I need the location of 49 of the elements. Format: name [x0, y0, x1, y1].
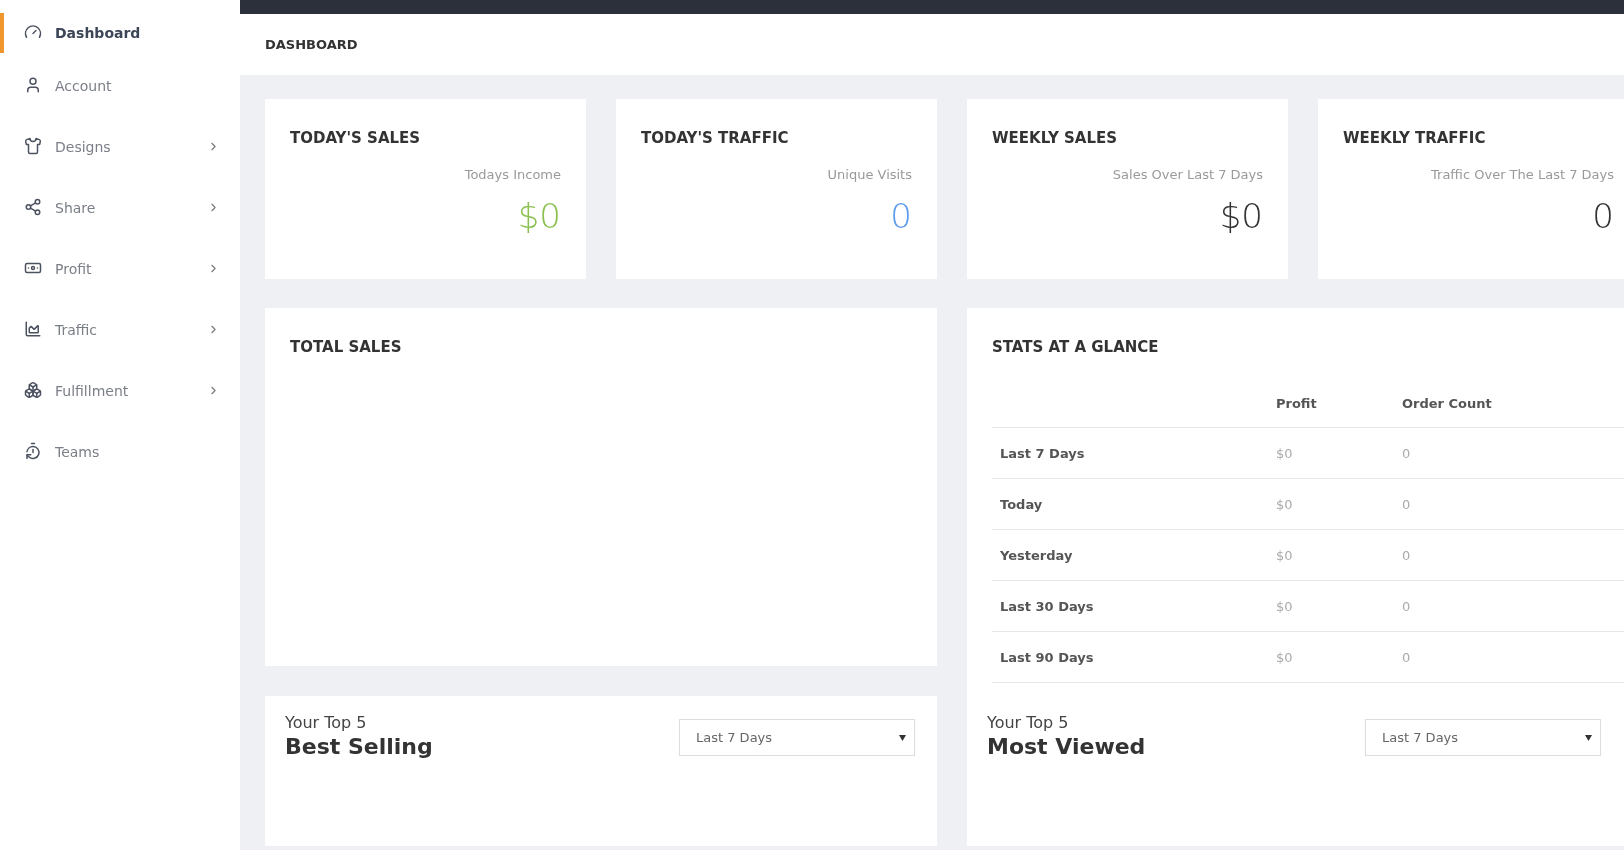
- table-cell: 0: [1394, 631, 1624, 683]
- panel-overline: Your Top 5: [285, 713, 368, 732]
- caret-icon: [899, 734, 906, 741]
- table-cell: $0: [1268, 427, 1394, 479]
- table-cell: Today: [992, 478, 1268, 530]
- panel-title: Most Viewed: [987, 734, 1146, 759]
- card-title: TOTAL SALES: [290, 338, 403, 356]
- table-cell: 0: [1394, 478, 1624, 530]
- table-cell: $0: [1268, 631, 1394, 683]
- caret-icon: [1585, 734, 1592, 741]
- period-dropdown[interactable]: Last 7 Days: [1365, 719, 1601, 756]
- shirt-icon: [24, 136, 44, 157]
- table-cell: Yesterday: [992, 529, 1268, 581]
- table-cell: Last 7 Days: [992, 427, 1268, 479]
- card-title: STATS AT A GLANCE: [992, 338, 1160, 356]
- sidebar-item[interactable]: Account: [0, 63, 240, 108]
- table-cell: 0: [1394, 427, 1624, 479]
- card-subtitle: Unique Visits: [826, 167, 912, 182]
- table-cell: $0: [1268, 529, 1394, 581]
- sidebar-item[interactable]: Designs: [0, 124, 240, 169]
- table-cell: 0: [1394, 529, 1624, 581]
- period-dropdown[interactable]: Last 7 Days: [679, 719, 915, 756]
- table-cell: Last 90 Days: [992, 631, 1268, 683]
- card-title: TODAY'S TRAFFIC: [641, 129, 790, 147]
- stat-value: $0: [1218, 196, 1263, 236]
- stat-value: 0: [1591, 196, 1614, 236]
- sidebar-item[interactable]: Traffic: [0, 307, 240, 352]
- table-cell: $0: [1268, 580, 1394, 632]
- card-subtitle: Todays Income: [463, 167, 561, 182]
- stat-value: 0: [889, 196, 912, 236]
- card-title: TODAY'S SALES: [290, 129, 422, 147]
- panel-overline: Your Top 5: [987, 713, 1070, 732]
- table-cell: $0: [1268, 478, 1394, 530]
- sidebar-item[interactable]: Fulfillment: [0, 368, 240, 413]
- column-header: Profit: [1268, 380, 1394, 428]
- column-header: Order Count: [1394, 380, 1624, 428]
- sidebar-item[interactable]: Teams: [0, 429, 240, 474]
- card-subtitle: Sales Over Last 7 Days: [1111, 167, 1263, 182]
- panel-title: Best Selling: [285, 734, 433, 759]
- sidebar-item[interactable]: Profit: [0, 246, 240, 291]
- card-title: WEEKLY SALES: [992, 129, 1118, 147]
- page-title: DASHBOARD: [265, 37, 358, 52]
- sidebar-item[interactable]: Share: [0, 185, 240, 230]
- table-cell: Last 30 Days: [992, 580, 1268, 632]
- stat-value: $0: [516, 196, 561, 236]
- card-subtitle: Traffic Over The Last 7 Days: [1430, 167, 1614, 182]
- boxes-icon: [24, 380, 44, 401]
- table-cell: 0: [1394, 580, 1624, 632]
- card-title: WEEKLY TRAFFIC: [1343, 129, 1487, 147]
